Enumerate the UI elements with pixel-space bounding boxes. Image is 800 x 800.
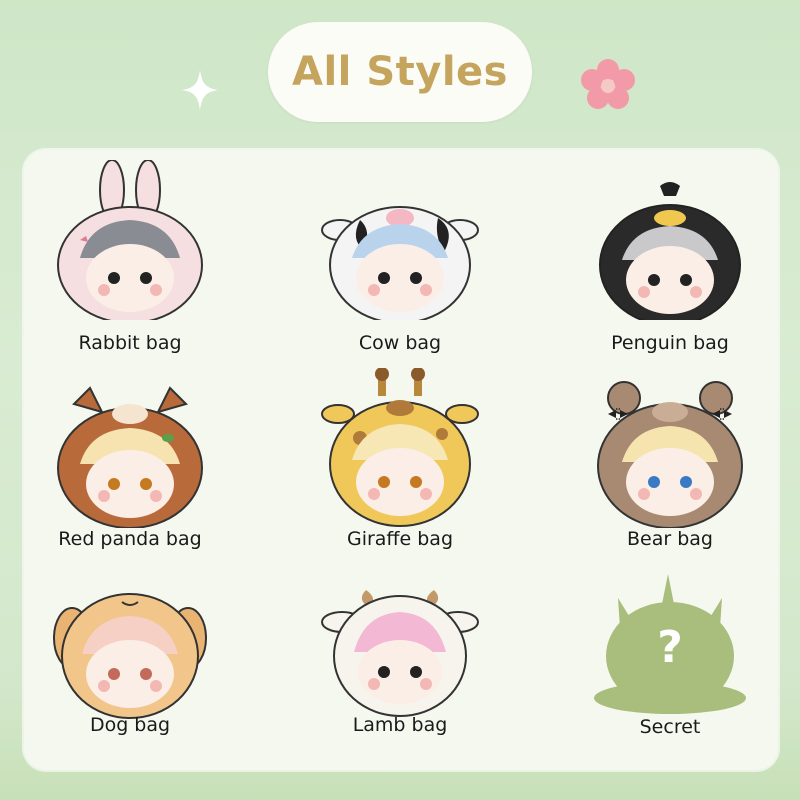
style-item-penguin: Penguin bag (570, 160, 770, 360)
style-item-giraffe: Giraffe bag (300, 368, 500, 568)
style-label: Lamb bag (352, 714, 448, 736)
style-item-cow: Cow bag (300, 160, 500, 360)
dog-hood-icon (53, 593, 207, 719)
secret-mark: ? (657, 622, 683, 673)
sparkle-icon (182, 70, 218, 110)
giraffe-hood-icon (321, 368, 479, 527)
bear-hood-icon (597, 381, 743, 528)
style-item-red-panda: Red panda bag (30, 368, 230, 568)
style-label: Rabbit bag (78, 332, 182, 354)
style-label: Secret (639, 716, 701, 738)
style-label: Cow bag (358, 332, 442, 354)
style-label: Giraffe bag (346, 528, 454, 550)
flower-icon (581, 59, 635, 109)
style-item-lamb: Lamb bag (300, 568, 500, 768)
red-panda-hood-icon (57, 386, 203, 528)
cow-hood-icon (321, 206, 479, 320)
style-label: Penguin bag (611, 332, 729, 354)
style-item-dog: Dog bag (30, 568, 230, 768)
style-item-bear: Bear bag (570, 368, 770, 568)
lamb-hood-icon (321, 590, 479, 717)
style-item-rabbit: Rabbit bag (30, 160, 230, 360)
page-title: All Styles (292, 49, 508, 95)
penguin-hood-icon (599, 182, 741, 320)
style-label: Red panda bag (58, 528, 202, 550)
style-item-secret: ? Secret (570, 568, 770, 768)
style-label: Dog bag (89, 714, 171, 736)
styles-panel: Rabbit bag Cow bag Penguin bag Red panda… (24, 150, 778, 770)
title-banner: All Styles (268, 22, 532, 122)
style-label: Bear bag (627, 528, 713, 550)
rabbit-hood-icon (57, 160, 203, 320)
